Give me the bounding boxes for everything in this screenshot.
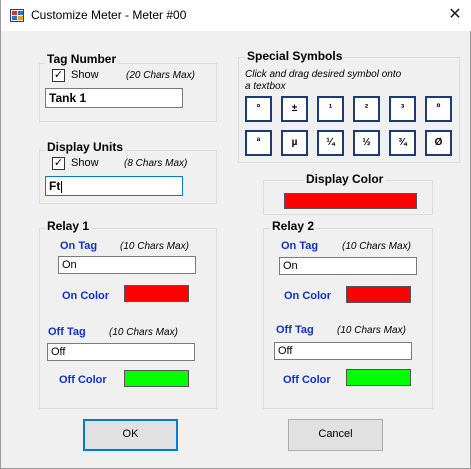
symbol-degree[interactable]: ° xyxy=(245,96,272,122)
special-symbols-title: Special Symbols xyxy=(245,49,345,63)
relay2-off-color-swatch[interactable] xyxy=(346,369,411,386)
title-bar[interactable]: Customize Meter - Meter #00 ✕ xyxy=(1,0,471,31)
display-color-title: Display Color xyxy=(304,172,386,186)
symbol-plus-minus[interactable]: ± xyxy=(281,96,308,122)
window-title: Customize Meter - Meter #00 xyxy=(31,8,187,22)
tag-number-input[interactable]: Tank 1 xyxy=(45,88,183,108)
display-units-title: Display Units xyxy=(45,140,126,154)
relay2-title: Relay 2 xyxy=(270,219,317,233)
symbol-one-half[interactable]: ½ xyxy=(353,130,380,156)
tag-number-max-note: (20 Chars Max) xyxy=(126,70,195,81)
symbol-masculine-ordinal[interactable]: º xyxy=(425,96,452,122)
relay1-on-tag-input[interactable]: On xyxy=(58,256,196,274)
relay1-on-color-swatch[interactable] xyxy=(124,285,189,302)
display-units-input[interactable]: Ft xyxy=(45,176,183,196)
relay2-off-tag-note: (10 Chars Max) xyxy=(337,325,406,336)
ok-button[interactable]: OK xyxy=(83,419,178,451)
relay2-off-tag-label: Off Tag xyxy=(276,324,314,336)
relay2-on-tag-input[interactable]: On xyxy=(279,257,417,275)
relay2-off-color-label: Off Color xyxy=(283,374,331,386)
symbol-micro[interactable]: µ xyxy=(281,130,308,156)
display-units-value: Ft xyxy=(49,179,61,193)
symbol-superscript-1[interactable]: ¹ xyxy=(317,96,344,122)
display-units-show-checkbox[interactable]: ✓ xyxy=(52,157,65,170)
symbol-feminine-ordinal[interactable]: ª xyxy=(245,130,272,156)
symbol-superscript-2[interactable]: ² xyxy=(353,96,380,122)
symbol-one-quarter[interactable]: ¼ xyxy=(317,130,344,156)
special-symbols-instructions-2: a textbox xyxy=(245,81,286,92)
symbol-slashed-o[interactable]: Ø xyxy=(425,130,452,156)
symbol-three-quarters[interactable]: ¾ xyxy=(389,130,416,156)
close-icon[interactable]: ✕ xyxy=(445,4,465,26)
display-units-show-label: Show xyxy=(71,157,99,169)
relay1-off-color-label: Off Color xyxy=(59,374,107,386)
tag-number-show-checkbox[interactable]: ✓ xyxy=(52,69,65,82)
relay1-title: Relay 1 xyxy=(45,219,92,233)
relay2-on-tag-note: (10 Chars Max) xyxy=(342,241,411,252)
display-color-swatch[interactable] xyxy=(284,193,417,209)
relay2-on-color-swatch[interactable] xyxy=(346,286,411,303)
relay1-off-tag-label: Off Tag xyxy=(48,326,86,338)
relay2-on-color-label: On Color xyxy=(284,290,332,302)
tag-number-title: Tag Number xyxy=(45,52,119,66)
relay1-off-tag-note: (10 Chars Max) xyxy=(109,327,178,338)
app-icon xyxy=(10,9,24,22)
relay1-off-color-swatch[interactable] xyxy=(124,370,189,387)
customize-meter-dialog: Customize Meter - Meter #00 ✕ Tag Number… xyxy=(0,0,471,469)
relay1-off-tag-input[interactable]: Off xyxy=(47,343,195,361)
tag-number-show-label: Show xyxy=(71,69,99,81)
relay2-off-tag-input[interactable]: Off xyxy=(274,342,412,360)
relay1-on-tag-note: (10 Chars Max) xyxy=(120,241,189,252)
display-units-max-note: (8 Chars Max) xyxy=(124,158,188,169)
relay1-on-tag-label: On Tag xyxy=(60,240,98,252)
special-symbols-instructions-1: Click and drag desired symbol onto xyxy=(245,69,402,80)
cancel-button[interactable]: Cancel xyxy=(288,419,383,451)
symbol-superscript-3[interactable]: ³ xyxy=(389,96,416,122)
relay2-on-tag-label: On Tag xyxy=(281,240,319,252)
relay1-on-color-label: On Color xyxy=(62,290,110,302)
